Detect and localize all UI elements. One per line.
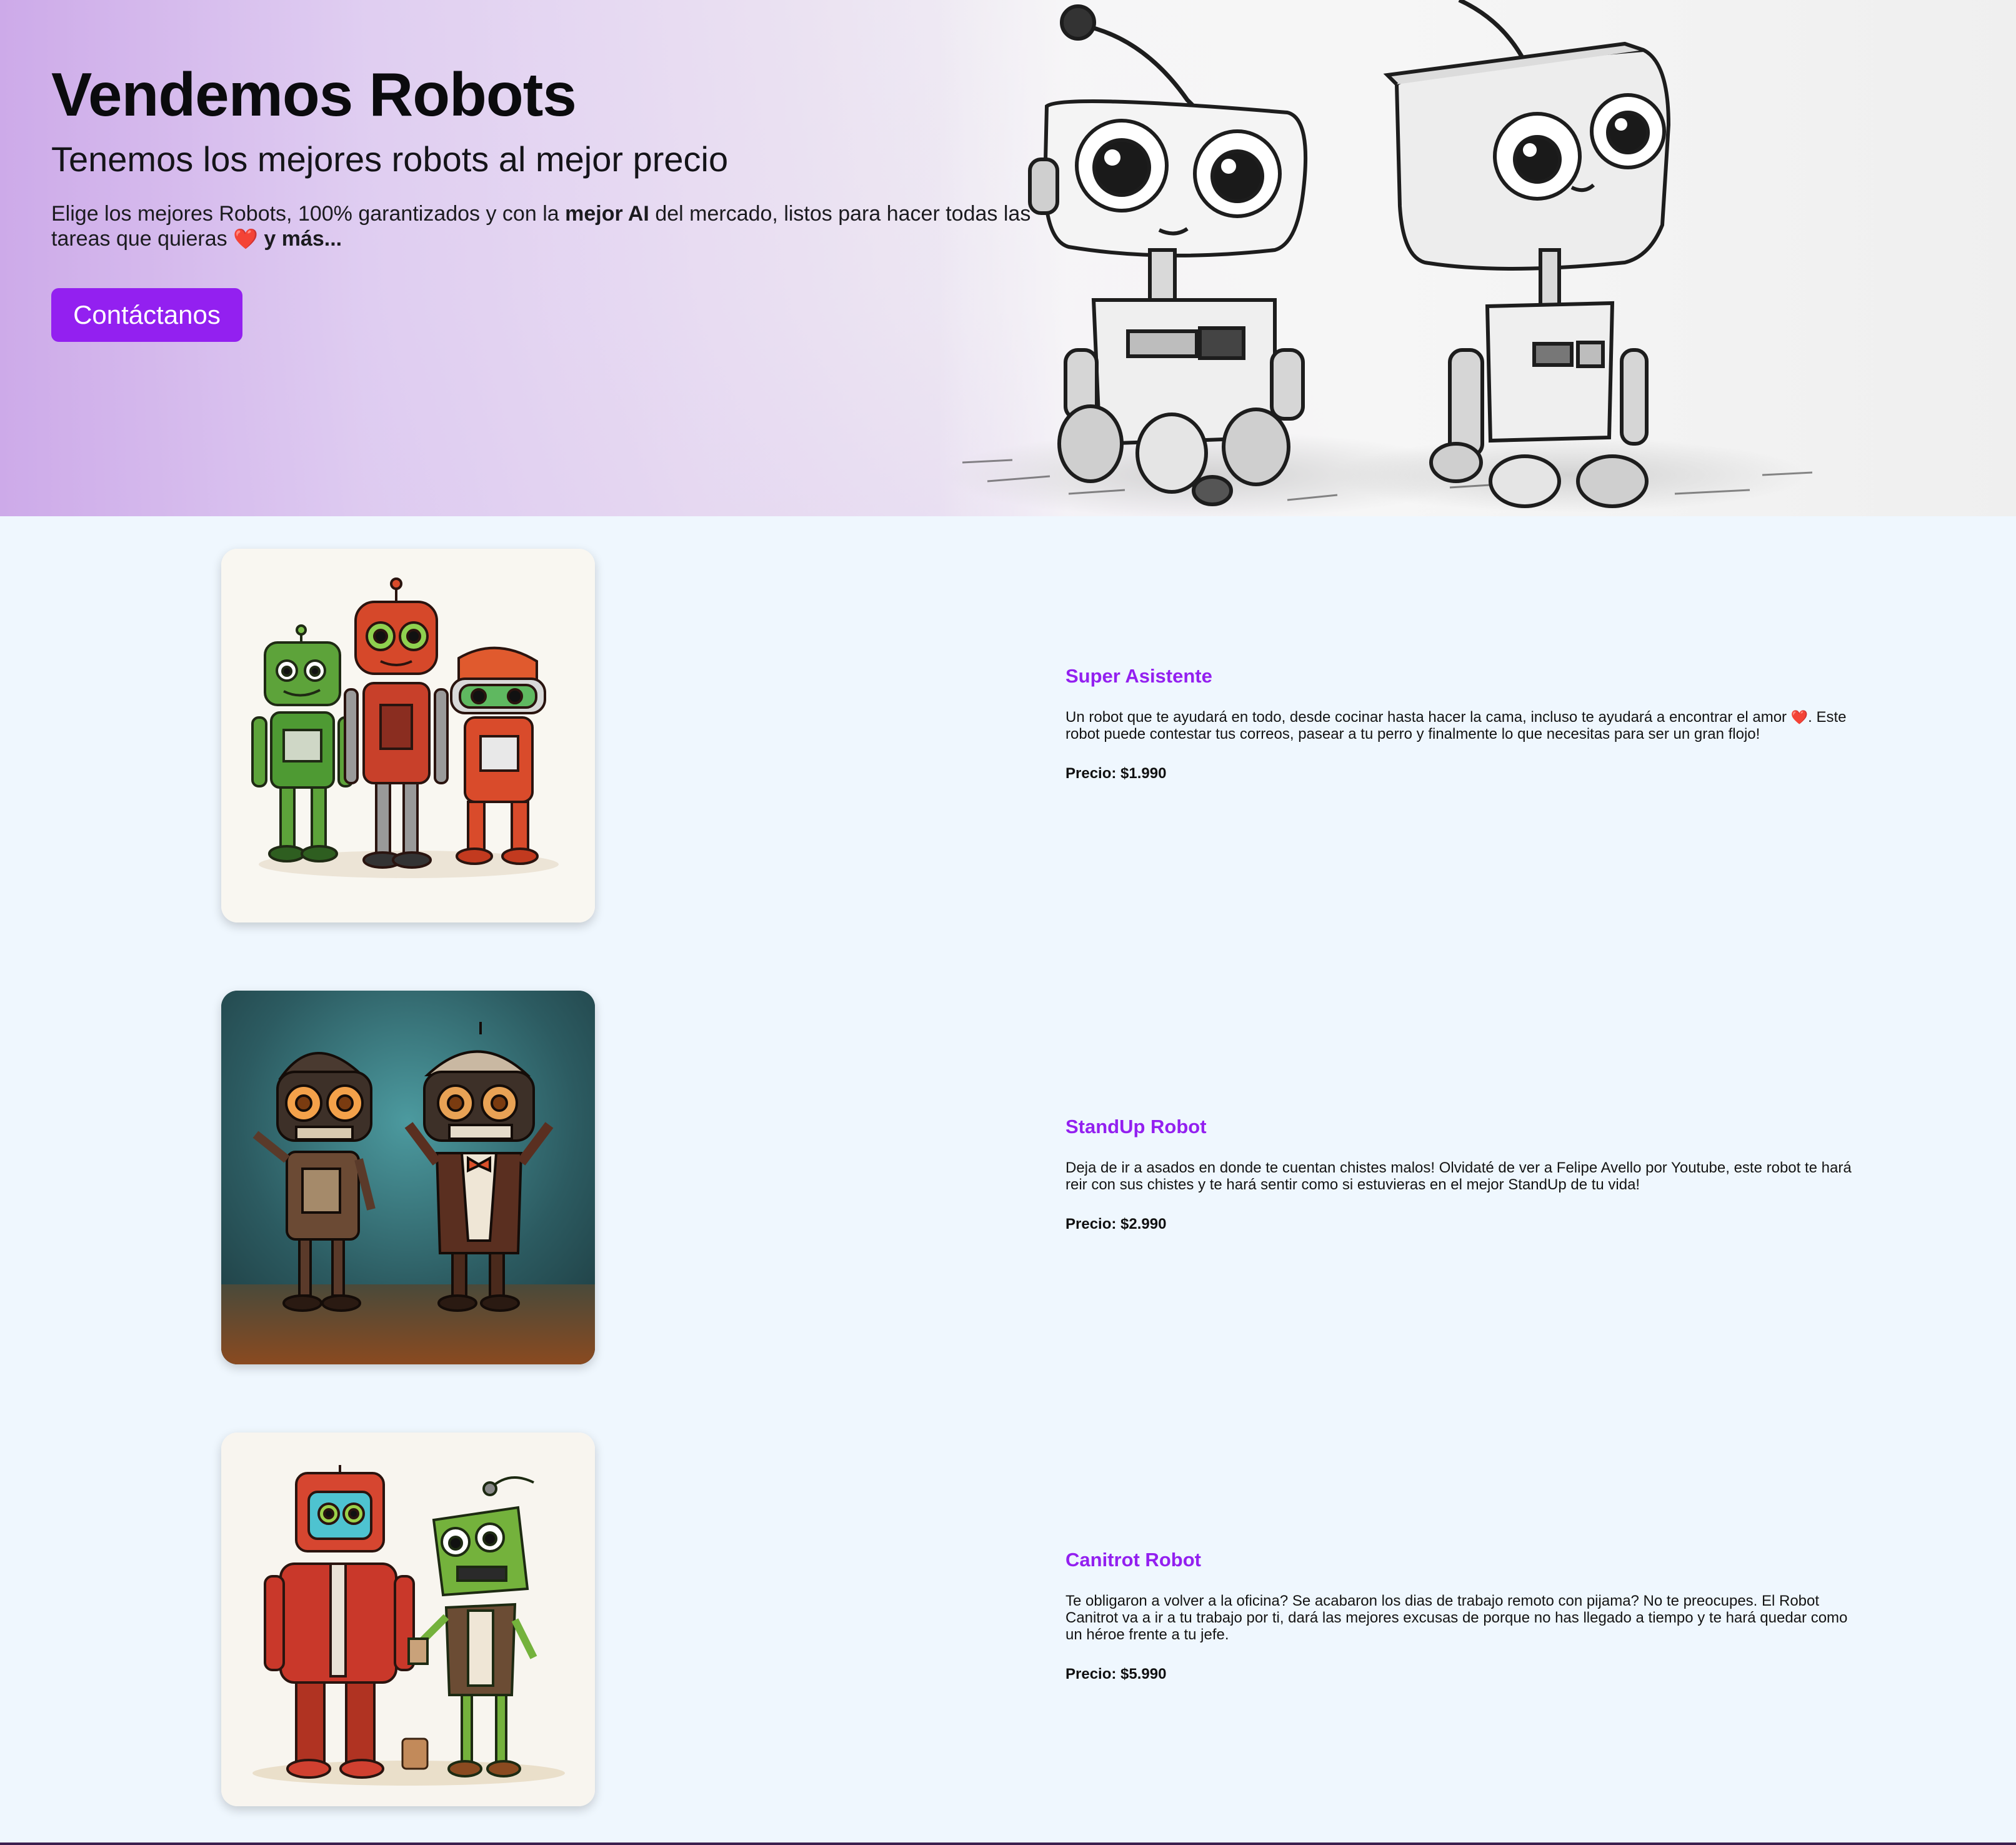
product-image-card — [221, 549, 595, 922]
two-office-robots-illustration — [221, 1432, 595, 1806]
product-image-card — [221, 1432, 595, 1806]
product-description: Te obligaron a volver a la oficina? Se a… — [1065, 1592, 1848, 1643]
product-info-standup-robot: StandUp Robot Deja de ir a asados en don… — [1065, 1116, 1853, 1233]
product-price: Precio: $2.990 — [1065, 1216, 1167, 1232]
heart-icon: ❤️ — [1790, 709, 1809, 725]
product-info-super-asistente: Super Asistente Un robot que te ayudará … — [1065, 665, 1853, 782]
two-comedian-robots-illustration — [221, 991, 595, 1364]
footer-divider — [0, 1842, 2016, 1845]
heart-icon: ❤️ — [233, 228, 258, 250]
page-subtitle: Tenemos los mejores robots al mejor prec… — [51, 139, 729, 179]
hero-text-bold-ai: mejor AI — [565, 202, 649, 226]
robot-left — [1028, 4, 1308, 506]
page-title: Vendemos Robots — [51, 60, 577, 129]
two-sketch-robots-illustration — [944, 0, 1813, 516]
product-description: Un robot que te ayudará en todo, desde c… — [1065, 709, 1853, 742]
product-info-canitrot-robot: Canitrot Robot Te obligaron a volver a l… — [1065, 1549, 1853, 1683]
product-name: Canitrot Robot — [1065, 1549, 1201, 1571]
product-price: Precio: $5.990 — [1065, 1666, 1167, 1682]
product-desc-part1: Un robot que te ayudará en todo, desde c… — [1065, 709, 1791, 726]
hero-section: Vendemos Robots Tenemos los mejores robo… — [0, 0, 2016, 516]
contact-button[interactable]: Contáctanos — [51, 288, 242, 342]
hero-text-part1: Elige los mejores Robots, 100% garantiza… — [51, 202, 566, 226]
product-image-card — [221, 991, 595, 1364]
hero-text-bold-more: y más... — [257, 227, 342, 251]
product-name: Super Asistente — [1065, 665, 1212, 687]
hero-description: Elige los mejores Robots, 100% garantiza… — [51, 201, 1064, 251]
robot-right — [1383, 0, 1671, 508]
product-name: StandUp Robot — [1065, 1116, 1207, 1138]
product-price: Precio: $1.990 — [1065, 765, 1167, 782]
product-description: Deja de ir a asados en donde te cuentan … — [1065, 1159, 1852, 1193]
three-robots-illustration — [221, 549, 595, 922]
